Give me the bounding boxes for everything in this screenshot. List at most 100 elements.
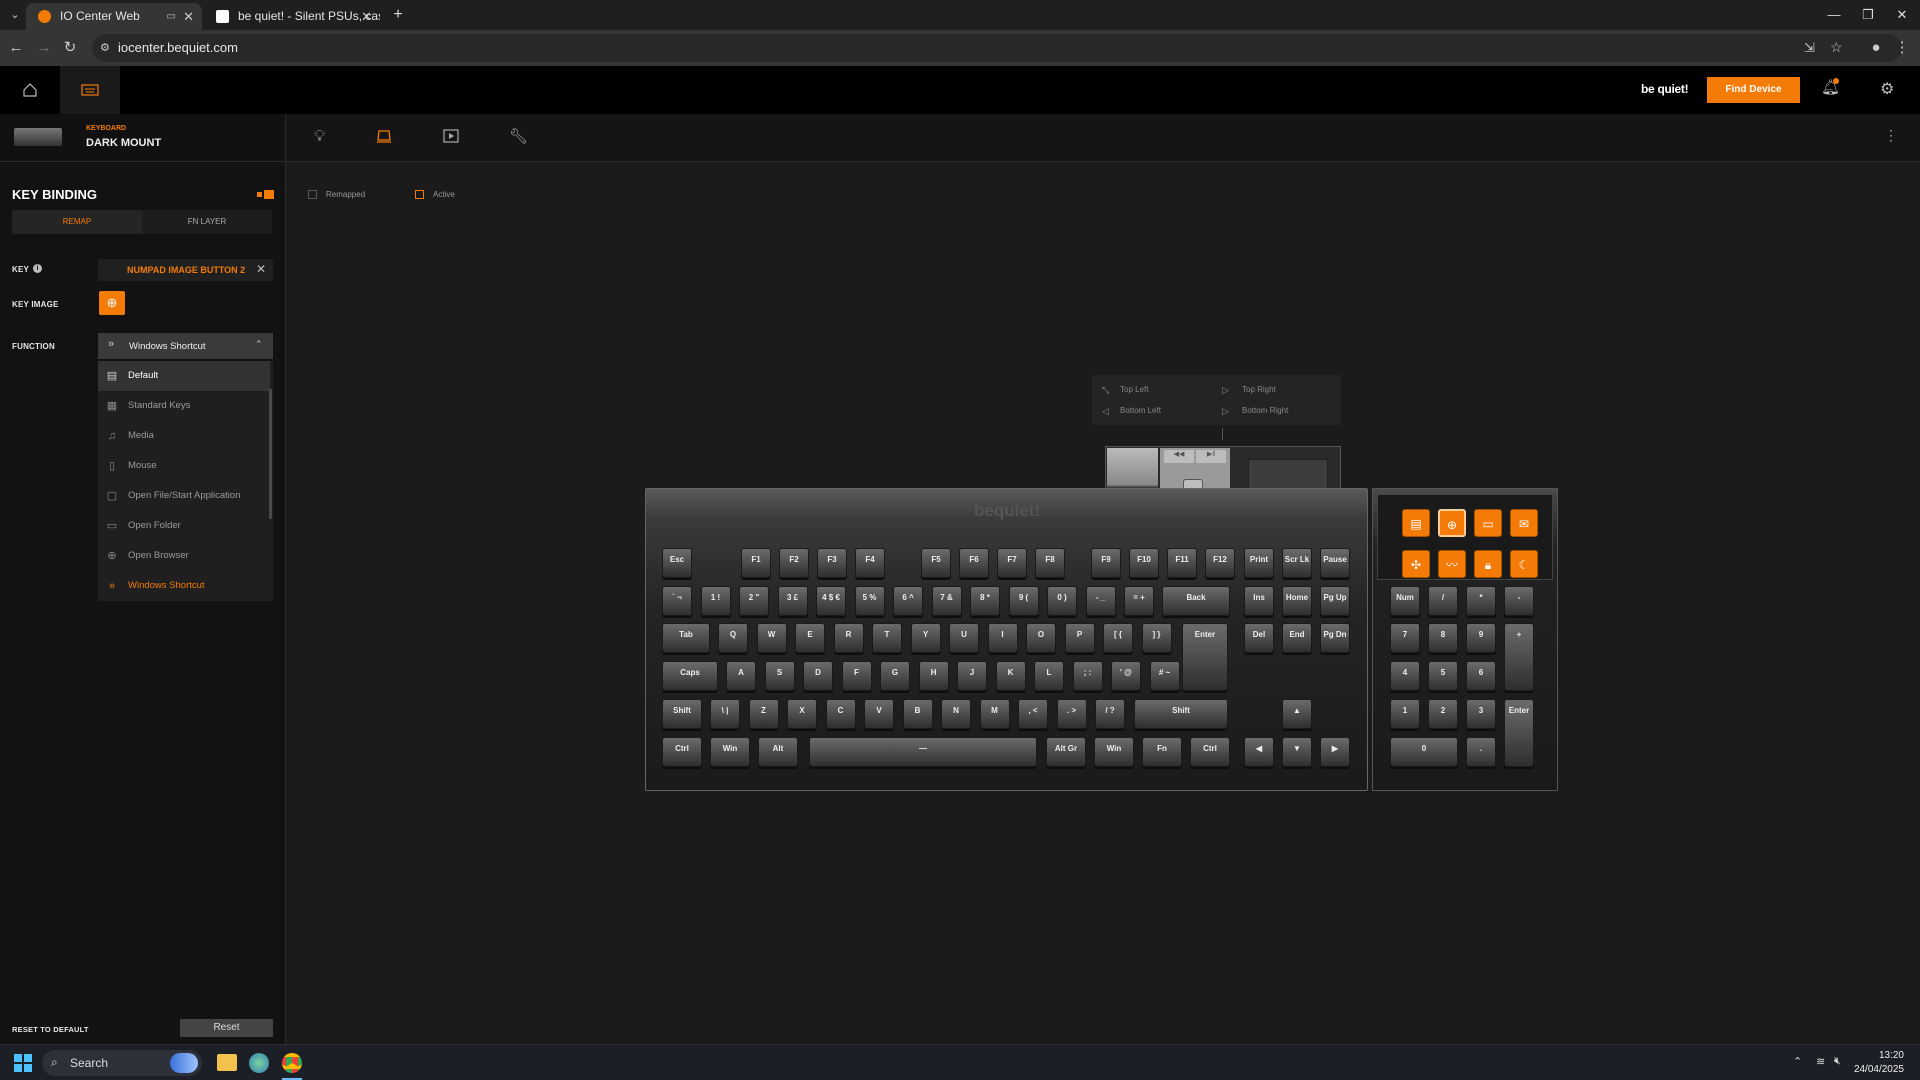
- play-pause-icon[interactable]: ▶‖: [1196, 450, 1226, 463]
- key-f9[interactable]: F9: [1091, 548, 1121, 578]
- key-ins[interactable]: Ins: [1244, 586, 1274, 616]
- key-del[interactable]: Del: [1244, 623, 1274, 653]
- key-[interactable]: [ {: [1103, 623, 1133, 653]
- option-media[interactable]: ♫ Media: [98, 421, 270, 451]
- key-shift[interactable]: Shift: [1134, 699, 1228, 729]
- key-ctrl[interactable]: Ctrl: [1190, 737, 1230, 767]
- key-[interactable]: / ?: [1095, 699, 1125, 729]
- key-d[interactable]: D: [803, 661, 833, 691]
- device-bar[interactable]: KEYBOARD DARK MOUNT: [0, 114, 286, 162]
- key-f6[interactable]: F6: [959, 548, 989, 578]
- key-alt[interactable]: Alt: [758, 737, 798, 767]
- corner-bottom-left[interactable]: Bottom Left: [1120, 406, 1161, 415]
- image-button-fan-icon[interactable]: ✣: [1402, 550, 1430, 578]
- earth-app-icon[interactable]: [249, 1053, 269, 1073]
- clear-key-icon[interactable]: ✕: [256, 262, 266, 276]
- key-win[interactable]: Win: [1094, 737, 1134, 767]
- key-7[interactable]: 7 &: [931, 586, 962, 616]
- key-w[interactable]: W: [756, 623, 787, 653]
- find-device-button[interactable]: Find Device: [1707, 77, 1800, 103]
- key-enter[interactable]: Enter: [1182, 623, 1228, 691]
- key-k[interactable]: K: [995, 661, 1026, 691]
- key-m[interactable]: M: [979, 699, 1010, 729]
- key-e[interactable]: E: [795, 623, 825, 653]
- key-4[interactable]: 4: [1390, 661, 1420, 691]
- restore-icon[interactable]: ❐: [1851, 0, 1885, 30]
- key-r[interactable]: R: [833, 623, 864, 653]
- key-f12[interactable]: F12: [1205, 548, 1235, 578]
- window-close-icon[interactable]: ✕: [1885, 0, 1919, 30]
- key-binding-tab-icon[interactable]: [376, 128, 392, 149]
- key-1[interactable]: 1: [1390, 699, 1420, 729]
- key-image-globe-icon[interactable]: ⊕: [99, 291, 125, 315]
- key-[interactable]: \ |: [710, 699, 740, 729]
- key-o[interactable]: O: [1026, 623, 1056, 653]
- key-a[interactable]: A: [726, 661, 756, 691]
- notifications-bell-icon[interactable]: 🔔︎: [1821, 78, 1841, 100]
- mute-icon[interactable]: ◀◀: [1164, 450, 1194, 463]
- key-f1[interactable]: F1: [741, 548, 771, 578]
- option-open-file[interactable]: ▢ Open File/Start Application: [98, 481, 270, 511]
- list-scrollbar[interactable]: [269, 389, 272, 519]
- key-enter[interactable]: Enter: [1504, 699, 1534, 767]
- key-[interactable]: *: [1466, 586, 1496, 616]
- key-5[interactable]: 5: [1428, 661, 1458, 691]
- key-home[interactable]: Home: [1282, 586, 1312, 616]
- key-1[interactable]: 1 !: [700, 586, 731, 616]
- key-[interactable]: —: [809, 737, 1037, 767]
- key-pg-dn[interactable]: Pg Dn: [1320, 623, 1350, 653]
- image-button-globe-icon[interactable]: ⊕: [1438, 509, 1466, 537]
- home-icon[interactable]: [0, 66, 60, 114]
- corner-top-left[interactable]: Top Left: [1120, 385, 1148, 394]
- key-[interactable]: ▼: [1282, 737, 1312, 767]
- image-button-folder-icon[interactable]: ▭: [1474, 509, 1502, 537]
- close-tab-icon[interactable]: ✕: [361, 3, 372, 30]
- key-p[interactable]: P: [1064, 623, 1095, 653]
- image-button-pulse-icon[interactable]: 〰: [1438, 550, 1466, 578]
- key-9[interactable]: 9: [1466, 623, 1496, 653]
- key-6[interactable]: 6 ^: [893, 586, 923, 616]
- address-bar[interactable]: ⚙ iocenter.bequiet.com ⇲ ☆: [92, 34, 1902, 62]
- tab-search-icon[interactable]: ⌄: [6, 6, 24, 24]
- corner-bottom-right[interactable]: Bottom Right: [1242, 406, 1288, 415]
- settings-gear-icon[interactable]: ⚙: [1880, 79, 1894, 99]
- key-win[interactable]: Win: [710, 737, 750, 767]
- key-[interactable]: +: [1504, 623, 1534, 691]
- key-5[interactable]: 5 %: [854, 586, 885, 616]
- key-3[interactable]: 3: [1466, 699, 1496, 729]
- key-pg-up[interactable]: Pg Up: [1320, 586, 1350, 616]
- key-q[interactable]: Q: [718, 623, 748, 653]
- tab-fn-layer[interactable]: FN LAYER: [142, 210, 272, 234]
- selected-key-field[interactable]: NUMPAD IMAGE BUTTON 2 ✕: [98, 259, 273, 281]
- option-open-folder[interactable]: ▭ Open Folder: [98, 511, 270, 541]
- key-7[interactable]: 7: [1390, 623, 1420, 653]
- new-tab-icon[interactable]: +: [388, 5, 408, 25]
- reset-button[interactable]: Reset: [180, 1019, 273, 1037]
- key-scr-lk[interactable]: Scr Lk: [1282, 548, 1312, 578]
- wifi-icon[interactable]: ≋: [1816, 1055, 1825, 1068]
- key-f8[interactable]: F8: [1035, 548, 1065, 578]
- image-button-moon-icon[interactable]: ☾: [1510, 550, 1538, 578]
- file-explorer-icon[interactable]: [217, 1054, 237, 1071]
- key-g[interactable]: G: [880, 661, 910, 691]
- option-default[interactable]: ▤ Default: [98, 361, 270, 391]
- image-button-keyboard-icon[interactable]: ▤: [1402, 509, 1430, 537]
- key-num[interactable]: Num: [1390, 586, 1420, 616]
- lighting-bulb-icon[interactable]: 💡︎: [314, 128, 325, 146]
- key-c[interactable]: C: [825, 699, 856, 729]
- key-4[interactable]: 4 $ €: [816, 586, 846, 616]
- key-[interactable]: -: [1504, 586, 1534, 616]
- option-mouse[interactable]: ▯ Mouse: [98, 451, 270, 481]
- windows-start-icon[interactable]: [14, 1054, 32, 1072]
- key-l[interactable]: L: [1034, 661, 1064, 691]
- clock-time[interactable]: 13:20: [1858, 1050, 1904, 1061]
- tab-be-quiet[interactable]: be quiet! - Silent PSUs, cases a ✕: [204, 3, 380, 30]
- key-f3[interactable]: F3: [817, 548, 847, 578]
- key-8[interactable]: 8: [1428, 623, 1458, 653]
- option-open-browser[interactable]: ⊕ Open Browser: [98, 541, 270, 571]
- key-[interactable]: - _: [1085, 586, 1116, 616]
- key-6[interactable]: 6: [1466, 661, 1496, 691]
- site-info-icon[interactable]: ⚙: [100, 41, 110, 54]
- key-9[interactable]: 9 (: [1008, 586, 1039, 616]
- key-j[interactable]: J: [957, 661, 987, 691]
